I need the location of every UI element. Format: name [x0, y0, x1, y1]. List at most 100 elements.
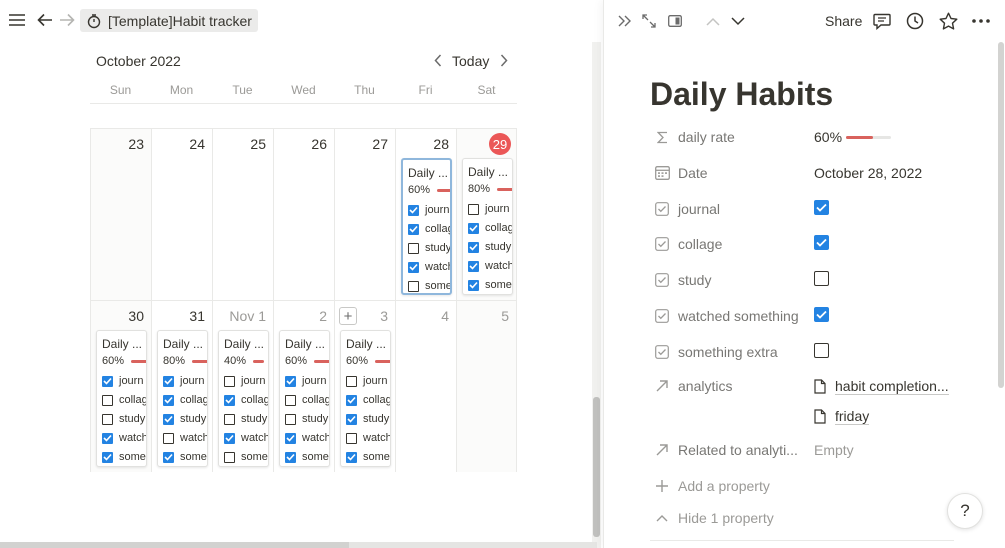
property-row[interactable]: journal [650, 198, 950, 222]
horizontal-scrollbar[interactable] [0, 542, 597, 548]
hide-property-button[interactable]: Hide 1 property [650, 507, 950, 531]
checkbox[interactable] [224, 375, 235, 387]
property-row[interactable]: collage [650, 233, 950, 257]
checkbox[interactable] [224, 413, 235, 425]
card-checkbox-item[interactable]: journ [163, 375, 204, 387]
property-value[interactable]: 60% [814, 129, 842, 145]
calendar-day-cell[interactable]: 30 Daily ... 60% journ collag study watch some [90, 301, 151, 472]
calendar-day-cell[interactable]: 31 Daily ... 80% journ collag study watch some [151, 301, 212, 472]
card-checkbox-item[interactable]: collag [346, 394, 390, 406]
card-checkbox-item[interactable]: some [285, 451, 329, 463]
relation-link[interactable]: friday [814, 408, 870, 425]
property-value[interactable]: October 28, 2022 [814, 165, 922, 181]
property-row[interactable]: something extra [650, 341, 950, 365]
calendar-day-cell[interactable]: 26 [273, 129, 334, 300]
checkbox[interactable] [346, 413, 357, 425]
menu-icon[interactable] [6, 9, 28, 31]
card-checkbox-item[interactable]: collag [224, 394, 268, 406]
breadcrumb[interactable]: [Template]Habit tracker [80, 9, 258, 32]
clock-icon[interactable] [904, 10, 926, 32]
checkbox[interactable] [346, 432, 357, 444]
habit-card[interactable]: Daily ... 40% journ collag study watch some [218, 330, 269, 467]
card-checkbox-item[interactable]: watch [285, 432, 329, 444]
habit-card[interactable]: Daily ... 80% journ collag study watch some [157, 330, 208, 467]
calendar-day-cell[interactable]: Nov 1 Daily ... 40% journ collag study watch so… [212, 301, 273, 472]
expand-icon[interactable] [638, 10, 660, 32]
card-checkbox-item[interactable]: watch [102, 432, 146, 444]
card-checkbox-item[interactable]: some [346, 451, 390, 463]
card-checkbox-item[interactable]: journ [285, 375, 326, 387]
property-row[interactable]: watched something [650, 305, 950, 329]
checkbox[interactable] [102, 394, 113, 406]
checkbox[interactable] [468, 279, 479, 291]
chevron-right-icon[interactable] [496, 51, 512, 69]
property-row[interactable]: Date October 28, 2022 [650, 162, 950, 186]
habit-card[interactable]: Daily ... 80% journ collag study watch some [462, 158, 513, 295]
card-checkbox-item[interactable]: journ [408, 204, 449, 216]
calendar-day-cell[interactable]: 5 [456, 301, 517, 472]
calendar-day-cell[interactable]: 4 [395, 301, 456, 472]
habit-card[interactable]: Daily ... 60% journ collag study watch some [340, 330, 391, 467]
card-checkbox-item[interactable]: some [163, 451, 207, 463]
property-checkbox[interactable] [814, 343, 829, 358]
checkbox[interactable] [224, 432, 235, 444]
calendar-day-cell[interactable]: 2 Daily ... 60% journ collag study watch some [273, 301, 334, 472]
checkbox[interactable] [102, 413, 113, 425]
checkbox[interactable] [346, 451, 357, 463]
card-checkbox-item[interactable]: study [285, 413, 328, 425]
card-checkbox-item[interactable]: collag [102, 394, 146, 406]
property-checkbox[interactable] [814, 307, 829, 322]
checkbox[interactable] [163, 394, 174, 406]
card-checkbox-item[interactable]: watch [163, 432, 207, 444]
property-analytics[interactable]: analytics habit completion... friday [650, 375, 950, 433]
card-checkbox-item[interactable]: study [102, 413, 145, 425]
comment-icon[interactable] [871, 10, 893, 32]
checkbox[interactable] [163, 375, 174, 387]
calendar-day-cell[interactable]: 27 [334, 129, 395, 300]
checkbox[interactable] [468, 222, 479, 234]
checkbox[interactable] [408, 261, 419, 273]
card-checkbox-item[interactable]: collag [285, 394, 329, 406]
scrollbar-thumb[interactable] [0, 542, 349, 548]
calendar-day-cell[interactable]: 3 + Daily ... 60% journ collag study watch some [334, 301, 395, 472]
card-checkbox-item[interactable]: some [102, 451, 146, 463]
checkbox[interactable] [102, 451, 113, 463]
checkbox[interactable] [102, 375, 113, 387]
card-checkbox-item[interactable]: journ [346, 375, 387, 387]
help-button[interactable]: ? [947, 493, 983, 529]
double-chevron-right-icon[interactable] [614, 10, 636, 32]
layout-toggle-icon[interactable] [664, 10, 686, 32]
property-row[interactable]: study [650, 269, 950, 293]
scrollbar-thumb[interactable] [593, 397, 600, 537]
checkbox[interactable] [346, 375, 357, 387]
star-icon[interactable] [937, 10, 959, 32]
checkbox[interactable] [224, 451, 235, 463]
habit-card[interactable]: Daily ... 60% journ collag study watch some [401, 158, 452, 295]
chevron-down-icon[interactable] [727, 10, 749, 32]
card-checkbox-item[interactable]: study [346, 413, 389, 425]
add-event-button[interactable]: + [339, 307, 357, 325]
checkbox[interactable] [285, 432, 296, 444]
checkbox[interactable] [408, 280, 419, 292]
checkbox[interactable] [163, 432, 174, 444]
more-icon[interactable] [970, 10, 992, 32]
property-value[interactable]: Empty [814, 442, 854, 458]
card-checkbox-item[interactable]: study [468, 241, 511, 253]
calendar-day-cell[interactable]: 24 [151, 129, 212, 300]
checkbox[interactable] [224, 394, 235, 406]
property-checkbox[interactable] [814, 235, 829, 250]
card-checkbox-item[interactable]: collag [408, 223, 450, 235]
card-checkbox-item[interactable]: journ [224, 375, 265, 387]
checkbox[interactable] [408, 242, 419, 254]
card-checkbox-item[interactable]: journ [102, 375, 143, 387]
card-checkbox-item[interactable]: study [408, 242, 450, 254]
checkbox[interactable] [468, 260, 479, 272]
chevron-up-icon[interactable] [702, 10, 724, 32]
today-button[interactable]: Today [452, 53, 489, 69]
chevron-left-icon[interactable] [430, 51, 446, 69]
property-checkbox[interactable] [814, 200, 829, 215]
calendar-day-cell[interactable]: 25 [212, 129, 273, 300]
checkbox[interactable] [468, 203, 479, 215]
card-checkbox-item[interactable]: collag [468, 222, 512, 234]
card-checkbox-item[interactable]: watch [346, 432, 390, 444]
